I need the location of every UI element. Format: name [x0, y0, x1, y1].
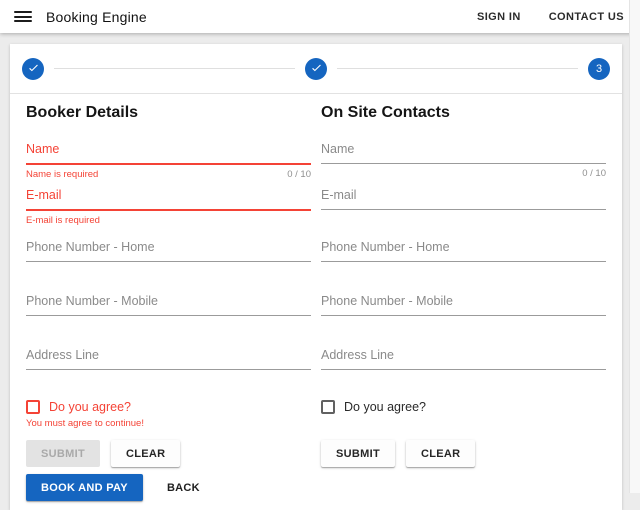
form-area: Booker Details Name Name is required 0 /…: [10, 94, 622, 501]
booker-address-underline: [26, 369, 311, 370]
app-bar: Booking Engine SIGN IN CONTACT US: [0, 0, 640, 33]
booker-agree-error: You must agree to continue!: [26, 419, 311, 429]
booker-address-label: Address Line: [26, 348, 311, 362]
step-connector: [337, 68, 578, 69]
booker-agree-checkbox[interactable]: [26, 400, 40, 414]
step-connector: [54, 68, 295, 69]
onsite-contacts-section: On Site Contacts Name 0 / 10 E-mail Phon…: [321, 104, 606, 501]
booker-clear-button[interactable]: CLEAR: [111, 440, 180, 467]
booker-details-heading: Booker Details: [26, 104, 311, 122]
onsite-name-counter: 0 / 10: [582, 168, 606, 179]
booker-name-error: Name is required: [26, 169, 98, 180]
onsite-address-input[interactable]: Address Line: [321, 348, 606, 394]
app-title: Booking Engine: [46, 9, 147, 25]
onsite-email-underline: [321, 209, 606, 210]
booker-phone-mobile-label: Phone Number - Mobile: [26, 294, 311, 308]
booker-phone-home-input[interactable]: Phone Number - Home: [26, 240, 311, 286]
booker-name-label: Name: [26, 142, 311, 156]
booking-card: 3 Booker Details Name Name is required 0…: [10, 44, 622, 510]
onsite-phone-home-underline: [321, 261, 606, 262]
onsite-agree-block: Do you agree?: [321, 400, 606, 432]
onsite-phone-home-label: Phone Number - Home: [321, 240, 606, 254]
booker-phone-mobile-underline: [26, 315, 311, 316]
booker-details-section: Booker Details Name Name is required 0 /…: [26, 104, 311, 501]
book-and-pay-button[interactable]: BOOK AND PAY: [26, 474, 143, 501]
stepper: 3: [10, 44, 622, 94]
onsite-phone-mobile-underline: [321, 315, 606, 316]
menu-icon[interactable]: [14, 9, 32, 25]
step-3-number: 3: [596, 63, 602, 75]
onsite-submit-button[interactable]: SUBMIT: [321, 440, 395, 467]
scrollbar[interactable]: [629, 0, 640, 493]
contact-us-link[interactable]: CONTACT US: [549, 11, 624, 23]
onsite-name-label: Name: [321, 142, 606, 156]
onsite-agree-checkbox[interactable]: [321, 400, 335, 414]
onsite-phone-home-input[interactable]: Phone Number - Home: [321, 240, 606, 286]
onsite-clear-button[interactable]: CLEAR: [406, 440, 475, 467]
booker-name-input[interactable]: Name Name is required 0 / 10: [26, 142, 311, 188]
onsite-email-label: E-mail: [321, 188, 606, 202]
onsite-agree-label[interactable]: Do you agree?: [344, 400, 426, 414]
booker-phone-home-label: Phone Number - Home: [26, 240, 311, 254]
onsite-address-label: Address Line: [321, 348, 606, 362]
booker-phone-home-underline: [26, 261, 311, 262]
step-3-active[interactable]: 3: [588, 58, 610, 80]
onsite-phone-mobile-label: Phone Number - Mobile: [321, 294, 606, 308]
booker-email-input[interactable]: E-mail E-mail is required: [26, 188, 311, 234]
booker-submit-button[interactable]: SUBMIT: [26, 440, 100, 467]
step-2-completed[interactable]: [305, 58, 327, 80]
back-button[interactable]: BACK: [167, 482, 200, 494]
booker-agree-label[interactable]: Do you agree?: [49, 400, 131, 414]
sign-in-link[interactable]: SIGN IN: [477, 11, 521, 23]
onsite-name-input[interactable]: Name 0 / 10: [321, 142, 606, 188]
check-icon: [27, 61, 40, 77]
booker-phone-mobile-input[interactable]: Phone Number - Mobile: [26, 294, 311, 340]
booker-email-error: E-mail is required: [26, 215, 100, 226]
booker-address-input[interactable]: Address Line: [26, 348, 311, 394]
topbar-links: SIGN IN CONTACT US: [477, 11, 624, 23]
step-1-completed[interactable]: [22, 58, 44, 80]
booker-email-label: E-mail: [26, 188, 311, 202]
check-icon: [310, 61, 323, 77]
booker-name-counter: 0 / 10: [287, 169, 311, 180]
onsite-address-underline: [321, 369, 606, 370]
booker-agree-block: Do you agree? You must agree to continue…: [26, 400, 311, 432]
onsite-phone-mobile-input[interactable]: Phone Number - Mobile: [321, 294, 606, 340]
onsite-email-input[interactable]: E-mail: [321, 188, 606, 234]
onsite-contacts-heading: On Site Contacts: [321, 104, 606, 122]
